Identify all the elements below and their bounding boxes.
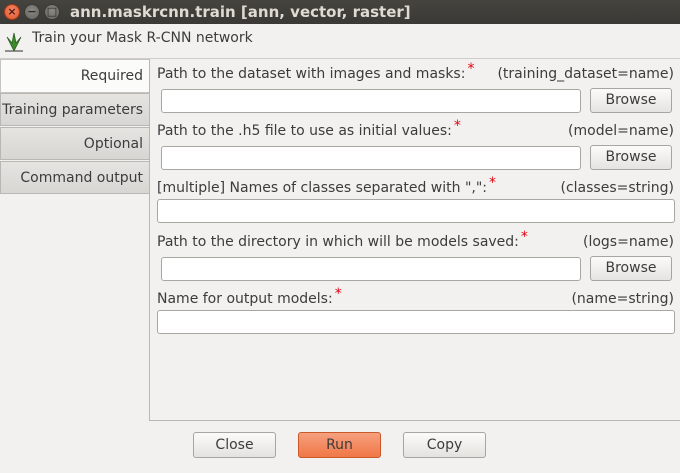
window-minimize-button[interactable]: − <box>24 4 40 20</box>
logs-path-input[interactable] <box>161 257 581 281</box>
dataset-param-name: (training_dataset=name) <box>497 66 674 82</box>
classes-input[interactable] <box>157 199 675 223</box>
dataset-label: Path to the dataset with images and mask… <box>157 61 475 82</box>
required-mark: * <box>520 229 528 245</box>
model-param-name: (model=name) <box>568 123 674 139</box>
window-title: ann.maskrcnn.train [ann, vector, raster] <box>70 3 411 21</box>
model-label: Path to the .h5 file to use as initial v… <box>157 118 461 139</box>
classes-param-name: (classes=string) <box>560 180 674 196</box>
logs-browse-button[interactable]: Browse <box>590 256 672 281</box>
required-mark: * <box>334 286 342 302</box>
logs-param-name: (logs=name) <box>583 234 674 250</box>
classes-label: [multiple] Names of classes separated wi… <box>157 175 496 196</box>
window-titlebar[interactable]: × − □ ann.maskrcnn.train [ann, vector, r… <box>0 0 680 24</box>
required-mark: * <box>453 118 461 134</box>
grass-gis-icon <box>5 32 23 52</box>
tab-optional[interactable]: Optional <box>0 127 149 160</box>
close-button[interactable]: Close <box>193 432 276 458</box>
logs-label: Path to the directory in which will be m… <box>157 229 528 250</box>
module-description: Train your Mask R-CNN network <box>32 30 253 46</box>
tab-training-parameters[interactable]: Training parameters <box>0 93 149 126</box>
copy-button[interactable]: Copy <box>403 432 486 458</box>
required-mark: * <box>467 61 475 77</box>
window-maximize-button[interactable]: □ <box>44 4 60 20</box>
run-button[interactable]: Run <box>298 432 381 458</box>
dataset-path-input[interactable] <box>161 89 581 113</box>
model-browse-button[interactable]: Browse <box>590 145 672 170</box>
name-param-name: (name=string) <box>571 291 674 307</box>
tab-required[interactable]: Required <box>0 59 149 93</box>
model-path-input[interactable] <box>161 146 581 170</box>
name-label: Name for output models: * <box>157 286 342 307</box>
window-close-button[interactable]: × <box>4 4 20 20</box>
output-name-input[interactable] <box>157 310 675 334</box>
required-mark: * <box>489 175 496 191</box>
dataset-browse-button[interactable]: Browse <box>590 88 672 113</box>
tab-command-output[interactable]: Command output <box>0 161 149 194</box>
